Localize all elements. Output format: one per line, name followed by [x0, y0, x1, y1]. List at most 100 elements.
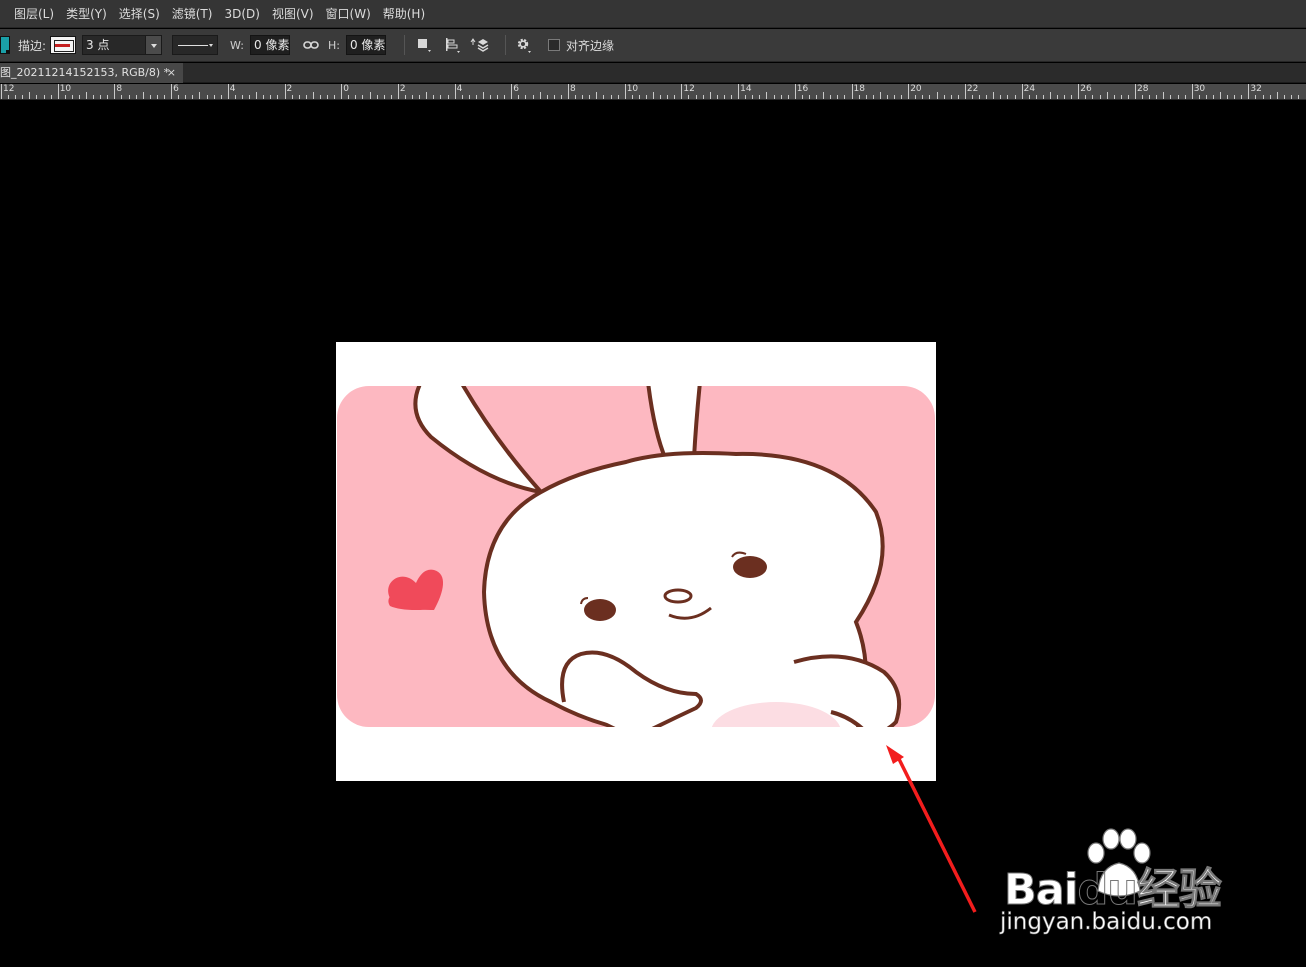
- watermark-jingyan: 经验: [1136, 865, 1222, 916]
- ruler-tick: [1035, 95, 1037, 99]
- ruler-tick: [397, 84, 399, 99]
- ruler-tick: [135, 95, 137, 99]
- ruler-tick: [1042, 95, 1044, 99]
- ruler-tick: [539, 92, 541, 99]
- ruler-tick: [752, 95, 754, 99]
- ruler-tick: [1120, 95, 1122, 99]
- ruler-tick: [419, 95, 421, 99]
- ruler-tick: [277, 95, 279, 99]
- ruler-label: 32: [1250, 84, 1262, 94]
- ruler-tick: [185, 95, 187, 99]
- ruler-tick: [447, 95, 449, 99]
- ruler-tick: [971, 95, 973, 99]
- ruler-tick: [1007, 95, 1009, 99]
- ruler-tick: [723, 95, 725, 99]
- ruler-tick: [206, 95, 208, 99]
- ruler-tick: [731, 95, 732, 99]
- ruler-tick: [823, 92, 825, 99]
- ruler-tick: [518, 95, 520, 99]
- rounded-image-illustration: [336, 342, 936, 781]
- menu-help[interactable]: 帮助(H): [377, 0, 431, 28]
- ruler-tick: [270, 95, 272, 99]
- ruler-tick: [1220, 92, 1222, 99]
- ruler-tick: [610, 95, 612, 99]
- menu-select[interactable]: 选择(S): [113, 0, 166, 28]
- ruler-tick: [596, 92, 598, 99]
- document-tab-title: 图_20211214152153, RGB/8) *: [0, 66, 170, 79]
- ruler-label: 2: [399, 84, 406, 94]
- align-edges-checkbox[interactable]: [547, 39, 560, 51]
- ruler-tick: [142, 92, 144, 99]
- horizontal-ruler[interactable]: 12 10 8 6 4 2 0 2 4 6 8 10 12 14 16 18 20 22 24 26 28 30 32: [0, 84, 1306, 100]
- ruler-tick: [858, 95, 860, 99]
- stroke-type-dropdown[interactable]: [172, 35, 219, 55]
- ruler-tick: [1085, 95, 1087, 99]
- ruler-tick: [1283, 95, 1285, 99]
- ruler-tick: [667, 95, 669, 99]
- ruler-tick: [298, 95, 300, 99]
- ruler-tick: [1127, 95, 1129, 99]
- height-label: H:: [328, 38, 340, 52]
- ruler-tick: [1276, 92, 1278, 99]
- menu-layer[interactable]: 图层(L): [8, 0, 60, 28]
- ruler-tick: [922, 95, 924, 99]
- gear-icon[interactable]: [514, 34, 536, 56]
- ruler-label: 14: [740, 84, 752, 94]
- menu-type[interactable]: 类型(Y): [60, 0, 113, 28]
- stroke-size-dropdown[interactable]: [146, 35, 163, 55]
- menu-filter[interactable]: 滤镜(T): [166, 0, 219, 28]
- ruler-tick: [36, 95, 38, 99]
- height-field[interactable]: 0 像素: [345, 35, 386, 55]
- ruler-tick: [454, 84, 456, 99]
- link-icon[interactable]: [300, 34, 322, 56]
- ruler-tick: [801, 95, 803, 99]
- ruler-label: 22: [966, 84, 979, 94]
- ruler-tick: [1156, 95, 1158, 99]
- ruler-tick: [631, 95, 633, 99]
- ruler-tick: [1064, 95, 1066, 99]
- ruler-tick: [617, 95, 619, 99]
- menu-3d[interactable]: 3D(D): [218, 0, 265, 28]
- ruler-tick: [149, 95, 151, 99]
- ruler-label: 6: [173, 84, 179, 94]
- width-label: W:: [230, 38, 244, 52]
- ruler-tick: [589, 95, 591, 99]
- ruler-tick: [1241, 95, 1243, 99]
- ruler-tick: [1269, 95, 1271, 99]
- ruler-tick: [816, 95, 818, 99]
- ruler-tick: [1149, 95, 1151, 99]
- ruler-label: 4: [456, 84, 463, 94]
- menu-window[interactable]: 窗口(W): [320, 0, 377, 28]
- ruler-tick: [709, 92, 711, 99]
- path-alignment-icon[interactable]: [441, 34, 463, 56]
- ruler-label: 24: [1023, 84, 1036, 94]
- ruler-tick: [936, 92, 938, 99]
- ruler-label: 30: [1193, 84, 1206, 94]
- path-arrangement-icon[interactable]: [469, 34, 491, 56]
- ruler-tick: [787, 95, 789, 99]
- ruler-tick: [114, 84, 116, 99]
- width-field[interactable]: 0 像素: [250, 35, 290, 55]
- ruler-tick: [553, 95, 555, 99]
- document-canvas[interactable]: [336, 342, 936, 781]
- fill-color-swatch[interactable]: [0, 36, 10, 54]
- document-tab[interactable]: 图_20211214152153, RGB/8) * ×: [0, 63, 183, 83]
- stroke-size-field[interactable]: 3 点: [82, 35, 147, 55]
- path-operations-icon[interactable]: [413, 34, 435, 56]
- ruler-tick: [915, 95, 917, 99]
- ruler-tick: [199, 92, 201, 99]
- ruler-tick: [1198, 95, 1200, 99]
- ruler-tick: [1212, 95, 1214, 99]
- close-icon[interactable]: ×: [167, 63, 176, 83]
- ruler-label: 16: [796, 84, 809, 94]
- ruler-tick: [86, 92, 88, 99]
- ruler-tick: [43, 95, 45, 99]
- ruler-tick: [121, 95, 123, 99]
- ruler-tick: [348, 95, 350, 99]
- ruler-tick: [482, 92, 484, 99]
- stroke-color-swatch[interactable]: [50, 36, 77, 54]
- document-tab-bar: 图_20211214152153, RGB/8) * ×: [0, 63, 1306, 83]
- menu-view[interactable]: 视图(V): [266, 0, 320, 28]
- ruler-tick: [1227, 95, 1229, 99]
- ruler-tick: [568, 84, 569, 99]
